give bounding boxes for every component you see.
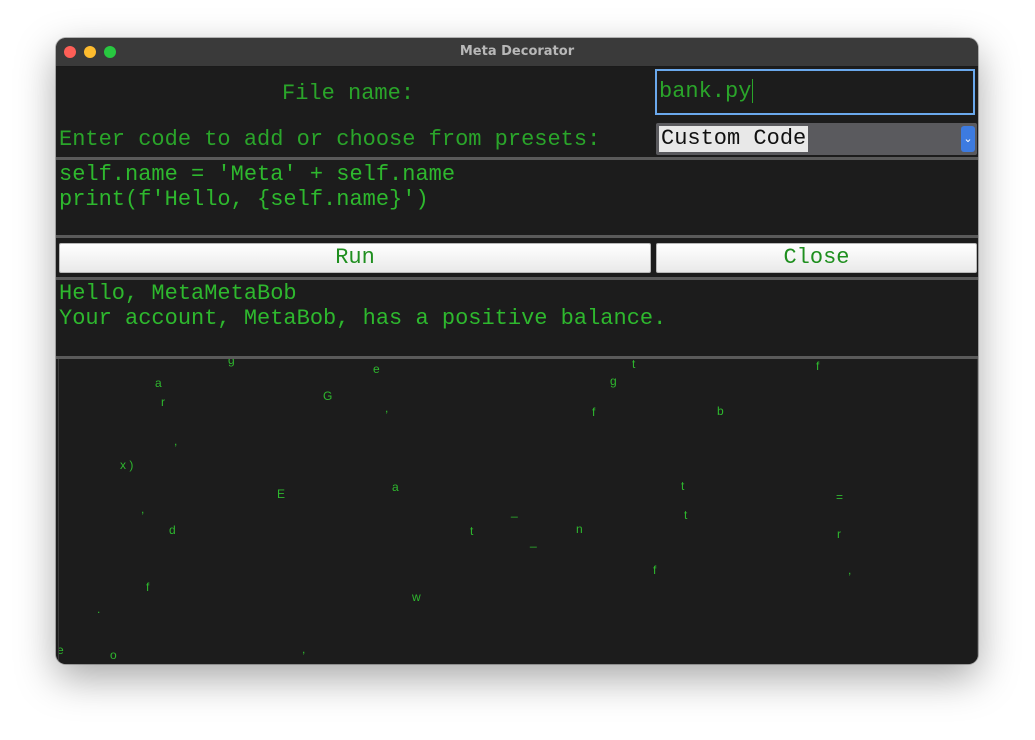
preset-selected-value: Custom Code	[659, 126, 809, 152]
rain-char: ,	[141, 502, 145, 516]
rain-char: d	[169, 523, 176, 537]
output-line: Your account, MetaBob, has a positive ba…	[59, 306, 667, 331]
chevron-down-icon[interactable]: ⌄	[961, 126, 975, 152]
rain-char: ,	[302, 642, 306, 656]
filename-value: bank.py	[659, 79, 752, 104]
rain-char: e	[373, 362, 380, 376]
divider	[56, 235, 978, 238]
rain-char: ,	[385, 401, 389, 415]
rain-char: r	[161, 395, 165, 409]
rain-char: b	[717, 404, 724, 418]
rain-char: f	[653, 563, 657, 577]
rain-char: f	[816, 359, 820, 373]
rain-char: .	[97, 602, 101, 616]
run-button[interactable]: Run	[59, 243, 651, 273]
rain-char: e	[59, 643, 64, 657]
code-editor[interactable]: self.name = 'Meta' + self.name print(f'He…	[59, 160, 975, 236]
rain-char: o	[110, 648, 117, 662]
rain-char: x )	[120, 458, 134, 472]
window-title: Meta Decorator	[459, 44, 575, 59]
filename-input[interactable]: bank.py	[655, 69, 975, 115]
output-line: Hello, MetaMetaBob	[59, 281, 297, 306]
text-caret	[752, 79, 754, 104]
close-button[interactable]: Close	[656, 243, 977, 273]
rain-char: t	[632, 359, 636, 371]
rain-char: t	[684, 508, 688, 522]
rain-char: a	[392, 480, 399, 494]
rain-char: ,	[848, 563, 852, 577]
preset-select[interactable]: Custom Code ⌄	[656, 123, 977, 155]
rain-char: _	[511, 504, 518, 518]
rain-char: ,	[174, 434, 178, 448]
divider	[56, 277, 978, 280]
rain-char: g	[610, 374, 617, 388]
rain-char: t	[681, 479, 685, 493]
rain-char: f	[146, 580, 150, 594]
code-line: print(f'Hello, {self.name}')	[59, 187, 429, 212]
app-window: Meta Decorator File name: bank.py Enter …	[56, 38, 978, 664]
code-label: Enter code to add or choose from presets…	[59, 127, 601, 152]
output-console: Hello, MetaMetaBob Your account, MetaBob,…	[59, 281, 975, 355]
rain-char: G	[323, 389, 333, 403]
rain-char: =	[836, 490, 844, 504]
rain-char: w	[412, 590, 421, 604]
rain-char: f	[592, 405, 596, 419]
code-line: self.name = 'Meta' + self.name	[59, 162, 456, 187]
rain-char: a	[155, 376, 162, 390]
rain-char: E	[277, 487, 286, 501]
rain-char: _	[530, 534, 537, 548]
title-bar[interactable]: Meta Decorator	[56, 38, 978, 67]
rain-char: g	[228, 359, 235, 367]
filename-label: File name:	[282, 81, 415, 106]
matrix-rain-canvas: g e t f a g G r , f b , x ) E a t = , _ …	[58, 359, 978, 663]
rain-char: n	[576, 522, 583, 536]
rain-char: r	[837, 527, 841, 541]
rain-char: t	[470, 524, 474, 538]
main-content: File name: bank.py Enter code to add or …	[56, 67, 978, 664]
